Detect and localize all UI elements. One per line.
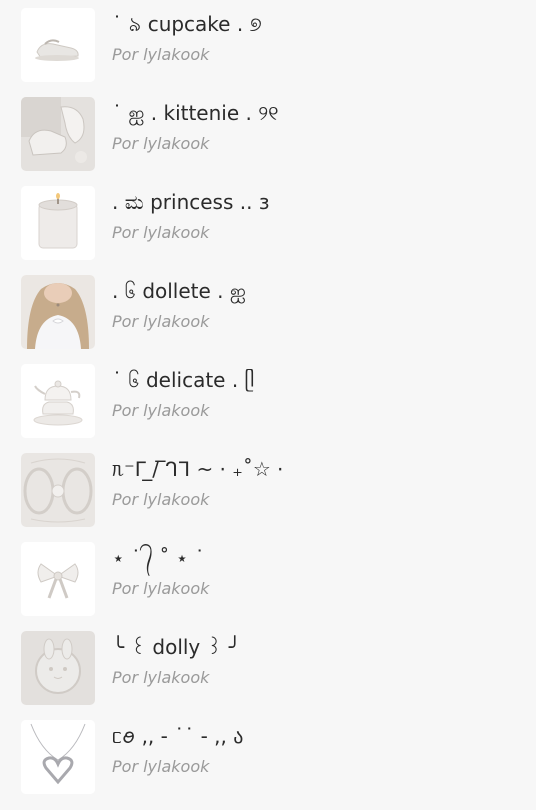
playlist-author: Por lylakook (112, 312, 210, 331)
playlist-author: Por lylakook (112, 223, 210, 242)
playlist-list: ˙ ৯ cupcake . ୭ Por lylakook ˙ ஐ . kitte… (0, 0, 536, 810)
teapot-image (21, 364, 95, 438)
playlist-thumbnail[interactable] (21, 8, 95, 82)
playlist-item[interactable]: . ಮ princess .. ɜ Por lylakook (0, 178, 536, 267)
playlist-title: . ಮ princess .. ɜ (112, 190, 270, 214)
playlist-title: ˙ ஐ . kittenie . ୨୧ (112, 101, 279, 125)
playlist-author: Por lylakook (112, 757, 210, 776)
white-shoes-collage-image (21, 97, 95, 171)
playlist-thumbnail[interactable] (21, 364, 95, 438)
playlist-item[interactable]: ⋆ ˙ ᭄ ˚ ⋆ ˙ Por lylakook (0, 534, 536, 623)
playlist-title: ᥴꪮ ,, - ˙˙ - ,, ა (112, 724, 244, 748)
playlist-item[interactable]: ╰ ꒰ dolly ꒱ ╯ Por lylakook (0, 623, 536, 712)
playlist-item[interactable]: ᥰ⁻ᒥ ̲/ ̅ᒉᒣ ~ ⋅ ₊˚☆ ⋅ Por lylakook (0, 445, 536, 534)
playlist-author: Por lylakook (112, 401, 210, 420)
playlist-author: Por lylakook (112, 668, 210, 687)
playlist-item[interactable]: ᥴꪮ ,, - ˙˙ - ,, ა Por lylakook (0, 712, 536, 801)
playlist-thumbnail[interactable] (21, 453, 95, 527)
shoes-image (21, 8, 95, 82)
playlist-title: ⋆ ˙ ᭄ ˚ ⋆ ˙ (112, 546, 205, 570)
girl-portrait-image (21, 275, 95, 349)
playlist-author: Por lylakook (112, 579, 210, 598)
white-bow-image (21, 542, 95, 616)
heart-necklace-image (21, 720, 95, 794)
playlist-item[interactable]: ˙ ৯ cupcake . ୭ Por lylakook (0, 0, 536, 89)
candle-image (21, 186, 95, 260)
playlist-thumbnail[interactable] (21, 631, 95, 705)
playlist-thumbnail[interactable] (21, 720, 95, 794)
playlist-thumbnail[interactable] (21, 542, 95, 616)
playlist-title: . ၆ dollete . ஐ (112, 279, 246, 303)
playlist-thumbnail[interactable] (21, 97, 95, 171)
playlist-item[interactable]: ˙ ஐ . kittenie . ୨୧ Por lylakook (0, 89, 536, 178)
playlist-title: ˙ ၆ delicate . ᥫ (112, 368, 255, 392)
lace-pattern-image (21, 453, 95, 527)
playlist-author: Por lylakook (112, 490, 210, 509)
playlist-item[interactable]: . ၆ dollete . ஐ Por lylakook (0, 267, 536, 356)
playlist-thumbnail[interactable] (21, 186, 95, 260)
playlist-item[interactable]: ˙ ၆ delicate . ᥫ Por lylakook (0, 356, 536, 445)
playlist-title: ╰ ꒰ dolly ꒱ ╯ (112, 635, 241, 659)
playlist-author: Por lylakook (112, 45, 210, 64)
embossed-bunny-image (21, 631, 95, 705)
playlist-title: ˙ ৯ cupcake . ୭ (112, 12, 262, 36)
playlist-title: ᥰ⁻ᒥ ̲/ ̅ᒉᒣ ~ ⋅ ₊˚☆ ⋅ (112, 457, 284, 481)
playlist-thumbnail[interactable] (21, 275, 95, 349)
playlist-author: Por lylakook (112, 134, 210, 153)
